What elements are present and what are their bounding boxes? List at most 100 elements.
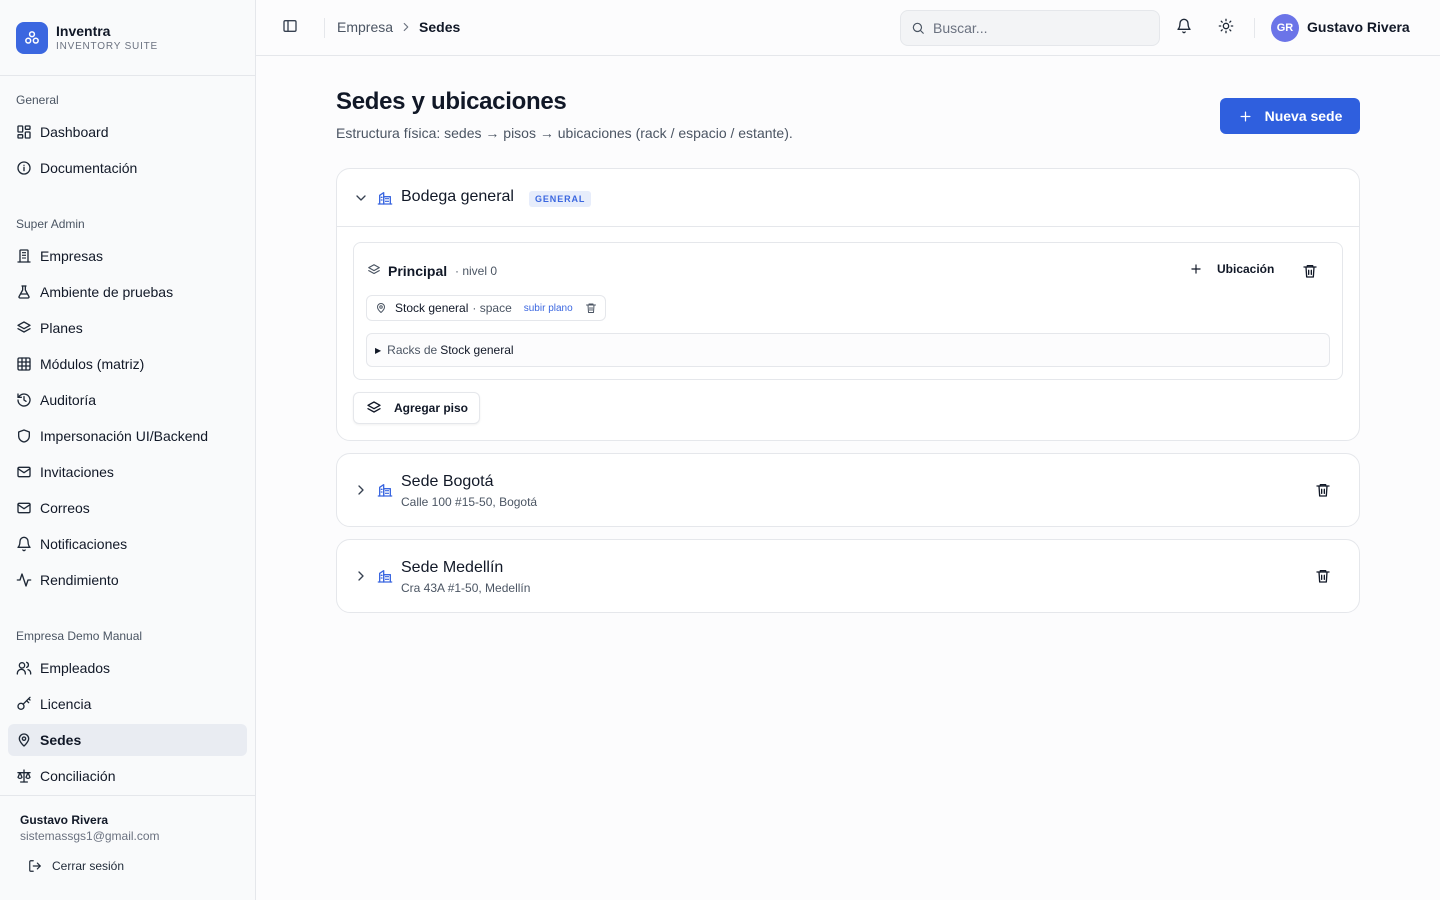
location-chip[interactable]: Stock general · space subir plano [366,295,606,321]
delete-sede-button[interactable] [1315,568,1331,584]
sidebar-item-empresas[interactable]: Empresas [8,240,247,272]
sidebar-item-empleados[interactable]: Empleados [8,652,247,684]
map-pin-icon [16,732,40,748]
racks-location: Stock general [440,343,514,357]
sidebar-item-licencia[interactable]: Licencia [8,688,247,720]
racks-disclosure[interactable]: ▶ Racks de Stock general [366,333,1330,367]
upload-plan-link[interactable]: subir plano [524,303,573,314]
breadcrumb: Empresa Sedes [337,19,460,35]
sidebar-item-conciliacion[interactable]: Conciliación [8,760,247,792]
sede-address: Cra 43A #1-50, Medellín [401,581,531,595]
sede-address: Calle 100 #15-50, Bogotá [401,495,538,509]
sidebar-item-planes[interactable]: Planes [8,312,247,344]
trash-icon [1302,263,1318,279]
logo-icon [16,21,48,54]
building-icon [377,568,393,584]
key-icon [16,696,40,712]
sidebar-item-ambiente-pruebas[interactable]: Ambiente de pruebas [8,276,247,308]
sidebar-item-notificaciones[interactable]: Notificaciones [8,528,247,560]
racks-prefix: Racks de [387,343,438,357]
theme-toggle-button[interactable] [1218,18,1234,34]
new-sede-button[interactable]: Nueva sede [1220,98,1360,134]
layers-icon [366,400,394,416]
chevron-down-icon[interactable] [353,190,369,206]
breadcrumb-empresa[interactable]: Empresa [337,19,393,35]
sidebar-item-auditoria[interactable]: Auditoría [8,384,247,416]
sede-card[interactable]: Sede Bogotá Calle 100 #15-50, Bogotá [336,453,1360,527]
brand[interactable]: Inventra INVENTORY SUITE [0,0,255,76]
page-subtitle: Estructura física: sedes → pisos → ubica… [336,125,793,141]
sidebar-item-impersonacion[interactable]: Impersonación UI/Backend [8,420,247,452]
sidebar-footer: Gustavo Rivera sistemassgs1@gmail.com Ce… [0,795,255,873]
sidebar-item-modulos[interactable]: Módulos (matriz) [8,348,247,380]
sidebar-item-label: Auditoría [40,392,97,408]
sede-name: Sede Bogotá [401,473,494,490]
sidebar-item-sedes[interactable]: Sedes [8,724,247,756]
sidebar-item-label: Correos [40,500,90,516]
general-badge: GENERAL [529,191,592,207]
avatar[interactable]: GR [1271,14,1299,42]
add-floor-label: Agregar piso [394,401,469,415]
add-location-button[interactable]: Ubicación [1189,262,1274,276]
sidebar-item-correos[interactable]: Correos [8,492,247,524]
sede-card[interactable]: Sede Medellín Cra 43A #1-50, Medellín [336,539,1360,613]
search-input[interactable] [933,20,1143,36]
delete-floor-button[interactable] [1302,263,1318,279]
sidebar-item-label: Impersonación UI/Backend [40,428,209,444]
header-user-name[interactable]: Gustavo Rivera [1307,19,1410,35]
users-icon [16,660,40,676]
new-sede-label: Nueva sede [1264,108,1343,124]
table-icon [16,356,40,372]
layers-icon [367,263,381,277]
sidebar-item-rendimiento[interactable]: Rendimiento [8,564,247,596]
location-name: Stock general [395,301,469,315]
sidebar-item-label: Ambiente de pruebas [40,284,174,300]
map-pin-icon [375,302,387,314]
shield-icon [16,428,40,444]
trash-icon [1315,482,1331,498]
page-title: Sedes y ubicaciones [336,88,567,115]
header-divider [1254,18,1255,38]
flask-icon [16,284,40,300]
delete-location-button[interactable] [585,302,597,314]
plus-icon [1189,262,1217,276]
panel-left-icon [282,18,298,34]
brand-subtitle: INVENTORY SUITE [56,40,159,52]
scale-icon [16,768,40,784]
delete-sede-button[interactable] [1315,482,1331,498]
sede-card-header[interactable]: Bodega general GENERAL [337,169,1359,227]
sede-name: Bodega general [401,188,514,205]
sidebar-item-label: Conciliación [40,768,116,784]
floor-level: · nivel 0 [455,264,498,278]
notifications-button[interactable] [1176,18,1192,34]
sidebar-item-label: Empresas [40,248,104,264]
disclosure-triangle-icon: ▶ [375,345,382,355]
sidebar-item-dashboard[interactable]: Dashboard [8,116,247,148]
sidebar-toggle-button[interactable] [282,18,298,34]
sede-card: Bodega general GENERAL Principal · nivel… [336,168,1360,441]
search-box[interactable] [900,10,1160,46]
bell-icon [1176,18,1192,34]
sidebar-item-label: Dashboard [40,124,109,140]
footer-user-name: Gustavo Rivera [20,813,109,827]
add-location-label: Ubicación [1217,262,1275,276]
info-icon [16,160,40,176]
nav-group-general: General [16,93,59,107]
nav-group-empresa-demo: Empresa Demo Manual [16,629,143,643]
logout-button[interactable]: Cerrar sesión [28,859,235,873]
chevron-right-icon[interactable] [353,482,369,498]
mail-icon [16,500,40,516]
logout-label: Cerrar sesión [52,859,125,873]
footer-user-email: sistemassgs1@gmail.com [20,829,160,843]
sidebar-item-label: Rendimiento [40,572,119,588]
plus-icon [1238,109,1265,124]
sidebar-item-label: Planes [40,320,83,336]
floor-name: Principal [388,263,448,279]
sidebar-item-label: Sedes [40,732,82,748]
add-floor-button[interactable]: Agregar piso [353,392,480,424]
sidebar-item-documentacion[interactable]: Documentación [8,152,247,184]
chevron-right-icon[interactable] [353,568,369,584]
sidebar-item-invitaciones[interactable]: Invitaciones [8,456,247,488]
sun-icon [1218,18,1234,34]
logout-icon [28,859,52,873]
